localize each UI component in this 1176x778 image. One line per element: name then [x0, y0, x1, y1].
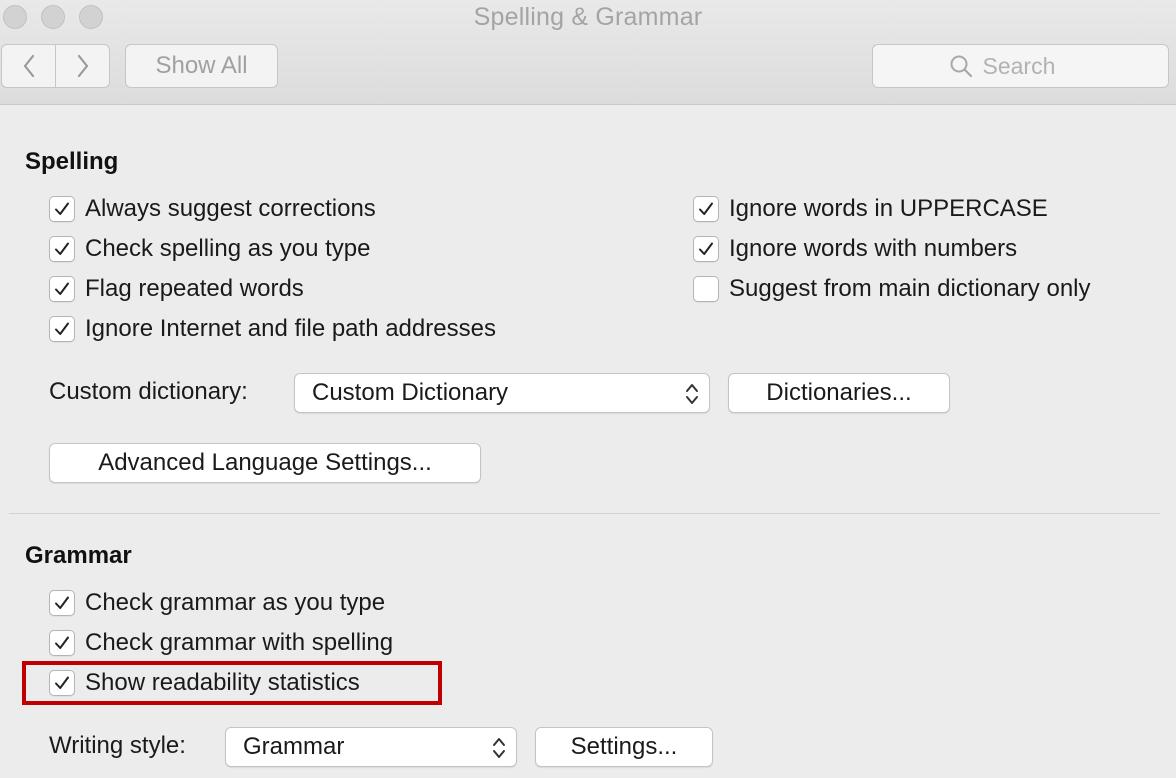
checkmark-icon — [55, 282, 69, 295]
section-divider — [9, 513, 1160, 514]
checkmark-icon — [55, 636, 69, 649]
writing-style-popup[interactable]: Grammar — [225, 727, 517, 767]
checkbox[interactable] — [49, 590, 75, 616]
checkmark-icon — [55, 202, 69, 215]
checkbox-label: Check grammar as you type — [85, 589, 386, 616]
updown-chevron-icon — [686, 384, 698, 404]
updown-chevron-icon — [493, 738, 505, 758]
checkmark-icon — [55, 676, 69, 689]
title-bar: Spelling & Grammar Show All — [0, 0, 1176, 105]
checkbox[interactable] — [49, 236, 75, 262]
checkbox[interactable] — [49, 316, 75, 342]
spelling-section-title: Spelling — [25, 148, 119, 175]
option-check-spelling-as-you-type[interactable]: Check spelling as you type — [49, 234, 371, 264]
checkbox-label: Ignore words in UPPERCASE — [729, 195, 1048, 222]
option-flag-repeated-words[interactable]: Flag repeated words — [49, 274, 304, 304]
checkbox-label: Ignore words with numbers — [729, 235, 1018, 262]
chevron-right-icon — [77, 54, 88, 78]
option-check-grammar-with-spelling[interactable]: Check grammar with spelling — [49, 628, 393, 658]
checkmark-icon — [55, 242, 69, 255]
preferences-window: Spelling & Grammar Show All Spelling — [0, 0, 1176, 778]
search-field[interactable] — [872, 44, 1169, 88]
back-button[interactable] — [2, 45, 55, 87]
checkbox[interactable] — [49, 670, 75, 696]
checkmark-icon — [55, 322, 69, 335]
custom-dictionary-popup[interactable]: Custom Dictionary — [294, 373, 710, 413]
grammar-section-title: Grammar — [25, 542, 132, 569]
checkbox[interactable] — [693, 276, 719, 302]
option-suggest-main-dictionary-only[interactable]: Suggest from main dictionary only — [693, 274, 1091, 304]
search-icon — [950, 55, 972, 78]
checkbox[interactable] — [693, 236, 719, 262]
checkbox[interactable] — [693, 196, 719, 222]
checkbox-label: Suggest from main dictionary only — [729, 275, 1091, 302]
search-input[interactable] — [982, 52, 1093, 80]
checkbox-label: Flag repeated words — [85, 275, 304, 302]
checkbox[interactable] — [49, 630, 75, 656]
option-check-grammar-as-you-type[interactable]: Check grammar as you type — [49, 588, 385, 618]
checkmark-icon — [55, 596, 69, 609]
checkbox[interactable] — [49, 276, 75, 302]
checkbox-label: Ignore Internet and file path addresses — [85, 315, 496, 342]
checkbox-label: Check grammar with spelling — [85, 629, 394, 656]
custom-dictionary-value: Custom Dictionary — [312, 379, 509, 406]
chevron-left-icon — [23, 54, 34, 78]
option-ignore-uppercase[interactable]: Ignore words in UPPERCASE — [693, 194, 1048, 224]
checkbox-label: Always suggest corrections — [85, 195, 376, 222]
advanced-language-settings-button[interactable]: Advanced Language Settings... — [49, 443, 481, 483]
checkmark-icon — [699, 202, 713, 215]
option-always-suggest-corrections[interactable]: Always suggest corrections — [49, 194, 376, 224]
custom-dictionary-label: Custom dictionary: — [49, 378, 248, 405]
checkbox[interactable] — [49, 196, 75, 222]
writing-style-value: Grammar — [243, 733, 345, 760]
window-title: Spelling & Grammar — [473, 3, 703, 31]
checkbox-label: Check spelling as you type — [85, 235, 371, 262]
navigation-buttons — [1, 44, 110, 88]
grammar-settings-button[interactable]: Settings... — [535, 727, 713, 767]
option-ignore-words-with-numbers[interactable]: Ignore words with numbers — [693, 234, 1017, 264]
option-ignore-internet-addresses[interactable]: Ignore Internet and file path addresses — [49, 314, 496, 344]
checkmark-icon — [699, 242, 713, 255]
option-show-readability-statistics[interactable]: Show readability statistics — [49, 668, 360, 698]
writing-style-label: Writing style: — [49, 732, 186, 759]
forward-button[interactable] — [55, 45, 109, 87]
show-all-button[interactable]: Show All — [125, 44, 278, 88]
dictionaries-button[interactable]: Dictionaries... — [728, 373, 950, 413]
checkbox-label: Show readability statistics — [85, 669, 360, 696]
